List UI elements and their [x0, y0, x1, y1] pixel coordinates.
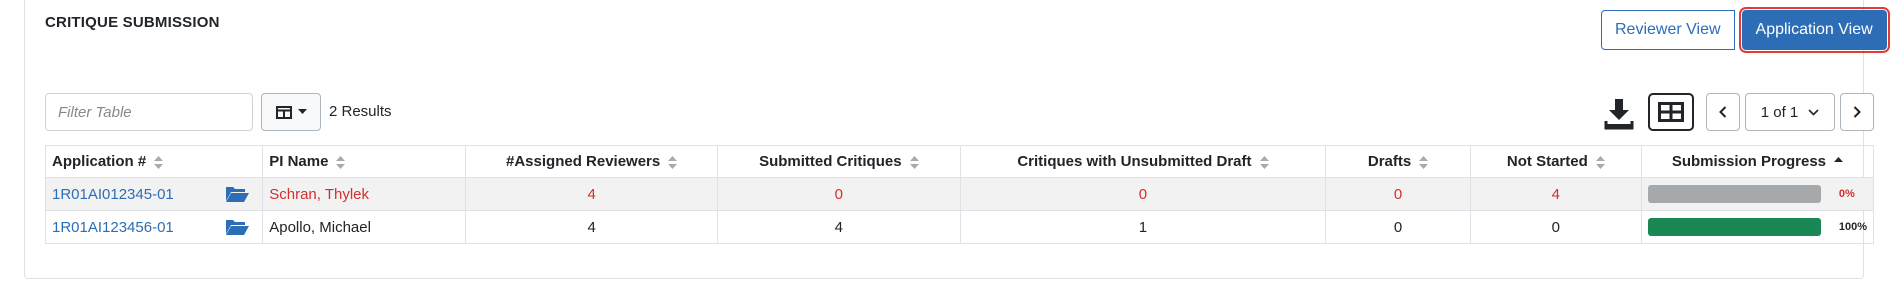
critique-table: Application # PI Name #Assigned Reviewer… — [44, 145, 1875, 244]
column-header-application[interactable]: Application # — [44, 145, 264, 178]
reviewer-view-button[interactable]: Reviewer View — [1601, 10, 1735, 50]
folder-open-icon[interactable] — [225, 185, 250, 203]
progress: 0% — [1647, 185, 1867, 203]
download-icon — [1604, 99, 1634, 130]
application-cell: 1R01AI012345-01 — [44, 177, 264, 211]
progress-bar — [1647, 185, 1821, 203]
submitted-critiques-cell: 0 — [717, 177, 961, 211]
column-label: Drafts — [1367, 153, 1412, 170]
table-row: 1R01AI123456-01 Apollo, Michael 4 4 1 0 … — [44, 210, 1875, 244]
not-started-cell: 4 — [1469, 177, 1642, 211]
previous-page-button[interactable] — [1706, 93, 1740, 131]
sort-icon — [668, 155, 678, 169]
assigned-reviewers-cell: 4 — [465, 177, 718, 211]
chevron-right-icon — [1853, 106, 1861, 118]
column-header-unsubmitted-draft[interactable]: Critiques with Unsubmitted Draft — [959, 145, 1327, 178]
sort-icon — [336, 155, 346, 169]
progress: 100% — [1647, 218, 1867, 236]
column-header-pi-name[interactable]: PI Name — [262, 145, 467, 178]
assigned-reviewers-cell: 4 — [465, 210, 718, 244]
sort-icon — [1419, 155, 1429, 169]
application-view-button[interactable]: Application View — [1741, 10, 1887, 50]
view-toggle: Reviewer View Application View — [1601, 7, 1890, 56]
column-header-not-started[interactable]: Not Started — [1469, 145, 1642, 178]
sort-icon — [1259, 155, 1269, 169]
column-label: Application # — [52, 153, 147, 170]
column-label: #Assigned Reviewers — [506, 153, 661, 170]
drafts-cell: 0 — [1325, 210, 1471, 244]
filter-table-input[interactable]: Filter Table — [45, 93, 253, 131]
column-label: PI Name — [269, 153, 329, 170]
chevron-down-icon — [1808, 108, 1819, 116]
application-link[interactable]: 1R01AI123456-01 — [52, 219, 174, 236]
progress-bar — [1647, 218, 1821, 236]
column-label: Critiques with Unsubmitted Draft — [1017, 153, 1252, 170]
not-started-cell: 0 — [1469, 210, 1642, 244]
column-header-submitted-critiques[interactable]: Submitted Critiques — [717, 145, 961, 178]
sort-icon — [909, 155, 919, 169]
table-header-row: Application # PI Name #Assigned Reviewer… — [44, 145, 1875, 178]
unsubmitted-draft-cell: 0 — [959, 177, 1327, 211]
table-columns-icon — [275, 105, 292, 119]
download-button[interactable] — [1603, 96, 1635, 130]
pi-name-cell: Schran, Thylek — [262, 177, 467, 211]
submission-progress-cell: 100% — [1640, 210, 1875, 244]
submitted-critiques-cell: 4 — [717, 210, 961, 244]
grid-view-button[interactable] — [1648, 93, 1694, 131]
grid-view-icon — [1658, 102, 1684, 122]
drafts-cell: 0 — [1325, 177, 1471, 211]
column-header-submission-progress[interactable]: Submission Progress — [1640, 145, 1875, 178]
progress-percent: 100% — [1838, 221, 1867, 233]
next-page-button[interactable] — [1840, 93, 1874, 131]
submission-progress-cell: 0% — [1640, 177, 1875, 211]
table-row: 1R01AI012345-01 Schran, Thylek 4 0 0 0 4… — [44, 177, 1875, 211]
chevron-left-icon — [1719, 106, 1727, 118]
page-select[interactable]: 1 of 1 — [1745, 93, 1835, 131]
column-label: Not Started — [1506, 153, 1588, 170]
column-label: Submitted Critiques — [759, 153, 902, 170]
column-label: Submission Progress — [1671, 153, 1827, 170]
column-chooser-button[interactable] — [261, 93, 321, 131]
results-count: 2 Results — [329, 103, 392, 120]
application-link[interactable]: 1R01AI012345-01 — [52, 186, 174, 203]
column-header-assigned-reviewers[interactable]: #Assigned Reviewers — [465, 145, 718, 178]
sort-ascending-icon — [1834, 156, 1844, 162]
sort-icon — [154, 155, 164, 169]
folder-open-icon[interactable] — [225, 218, 250, 236]
progress-percent: 0% — [1838, 188, 1855, 200]
pi-name-cell: Apollo, Michael — [262, 210, 467, 244]
application-cell: 1R01AI123456-01 — [44, 210, 264, 244]
chevron-down-icon — [297, 109, 307, 114]
page-select-value: 1 of 1 — [1760, 103, 1799, 121]
sort-icon — [1595, 155, 1605, 169]
page-title: CRITIQUE SUBMISSION — [45, 14, 220, 31]
column-header-drafts[interactable]: Drafts — [1325, 145, 1471, 178]
application-view-highlight: Application View — [1738, 7, 1890, 53]
unsubmitted-draft-cell: 1 — [959, 210, 1327, 244]
